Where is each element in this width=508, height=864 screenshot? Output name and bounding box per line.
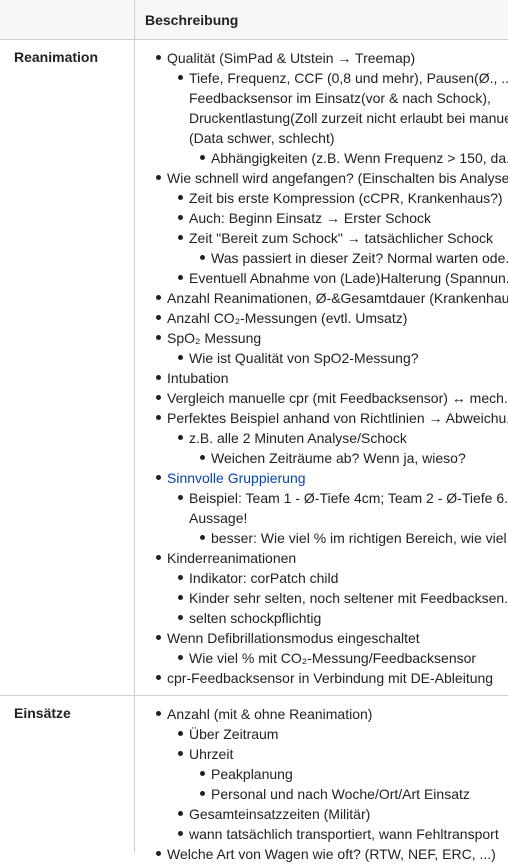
bullet-icon [156,555,161,560]
list-item-text: Gesamteinsatzzeiten (Militär) [189,806,371,822]
bullet-icon [178,235,183,240]
list-item-text: Abhängigkeiten (z.B. Wenn Frequenz > 150… [211,150,508,166]
bullet-icon [200,155,205,160]
list-item-text: Intubation [167,370,229,386]
bullet-list: Qualität (SimPad & Utstein → Treemap) Tie… [0,0,508,862]
bullet-icon [156,175,161,180]
list-item-text: Was passiert in dieser Zeit? Normal wart… [211,250,508,266]
bullet-icon [178,215,183,220]
bullet-icon [178,575,183,580]
bullet-icon [178,195,183,200]
bullet-icon [156,415,161,420]
bullet-icon [178,595,183,600]
list-item-text: Wie viel % mit CO₂-Messung/Feedbacksenso… [189,650,477,666]
bullet-icon [178,355,183,360]
bullet-icon [200,455,205,460]
list-item-text: besser: Wie viel % im richtigen Bereich,… [211,530,508,546]
list-item-text: Über Zeitraum [189,726,279,742]
list-item-text: Wenn Defibrillationsmodus eingeschaltet [167,630,420,646]
bullet-icon [178,655,183,660]
list-item-text: Personal und nach Woche/Ort/Art Einsatz [211,786,470,802]
list-item-text: Eventuell Abnahme von (Lade)Halterung (S… [189,270,508,286]
bullet-icon [200,771,205,776]
bullet-icon [178,811,183,816]
bullet-icon [156,711,161,716]
list-item-text: Zeit bis erste Kompression (cCPR, Kranke… [189,190,503,206]
bullet-icon [156,335,161,340]
list-item-text: Kinder sehr selten, noch seltener mit Fe… [189,590,508,606]
bullet-icon [178,495,183,500]
list-item-text: Wie ist Qualität von SpO2-Messung? [189,350,419,366]
bullet-icon [200,791,205,796]
list-item-text: Perfektes Beispiel anhand von Richtlinie… [167,410,508,426]
list-item-text: (Data schwer, schlecht) [189,130,335,146]
bullet-icon [156,55,161,60]
list-item-text: Indikator: corPatch child [189,570,339,586]
bullet-icon [178,275,183,280]
list-item-text: SpO₂ Messung [167,330,262,346]
list-item-text: Peakplanung [211,766,293,782]
list-item-text: Tiefe, Frequenz, CCF (0,8 und mehr), Pau… [189,70,508,86]
list-item-text: Feedbacksensor im Einsatz(vor & nach Sch… [189,90,491,106]
bullet-icon [156,851,161,856]
list-item-text: Vergleich manuelle cpr (mit Feedbacksens… [167,390,508,406]
list-item-text: Zeit "Bereit zum Schock" → tatsächlicher… [189,230,494,246]
list-item-text: selten schockpflichtig [189,610,322,626]
bullet-icon [178,435,183,440]
bullet-icon [156,315,161,320]
bullet-icon [178,615,183,620]
bullet-icon [178,75,183,80]
bullet-icon [156,375,161,380]
bullet-icon [156,675,161,680]
bullet-icon [156,635,161,640]
list-item-text: Beispiel: Team 1 - Ø-Tiefe 4cm; Team 2 -… [189,490,508,506]
list-item-text: Kinderreanimationen [167,550,297,566]
list-item-text: Aussage! [189,510,248,526]
list-item-text: Weichen Zeiträume ab? Wenn ja, wieso? [211,450,466,466]
list-item-text: Anzahl CO₂-Messungen (evtl. Umsatz) [167,310,408,326]
bullet-icon [200,535,205,540]
bullet-icon [178,831,183,836]
list-item-text: Welche Art von Wagen wie oft? (RTW, NEF,… [167,846,496,862]
list-item-text: Wie schnell wird angefangen? (Einschalte… [167,170,508,186]
list-item-text: wann tatsächlich transportiert, wann Feh… [189,826,499,842]
list-item-text: Auch: Beginn Einsatz → Erster Schock [189,210,431,226]
list-item-text: cpr-Feedbacksensor in Verbindung mit DE-… [167,670,494,686]
bullet-icon [200,255,205,260]
bullet-icon [178,731,183,736]
list-item-text: Uhrzeit [189,746,234,762]
list-item-text: Druckentlastung(Zoll zurzeit nicht erlau… [189,110,508,126]
bullet-icon [156,475,161,480]
list-item-text: Anzahl Reanimationen, Ø-&Gesamtdauer (Kr… [167,290,508,306]
bullet-icon [156,395,161,400]
bullet-icon [178,751,183,756]
list-item-text: z.B. alle 2 Minuten Analyse/Schock [189,430,407,446]
link-sinnvolle-gruppierung[interactable]: Sinnvolle Gruppierung [167,468,306,488]
bullet-icon [156,295,161,300]
list-item-text: Anzahl (mit & ohne Reanimation) [167,706,373,722]
description-table: Beschreibung Reanimation Einsätze Qualit… [0,0,508,862]
list-item-text: Qualität (SimPad & Utstein → Treemap) [167,50,416,66]
